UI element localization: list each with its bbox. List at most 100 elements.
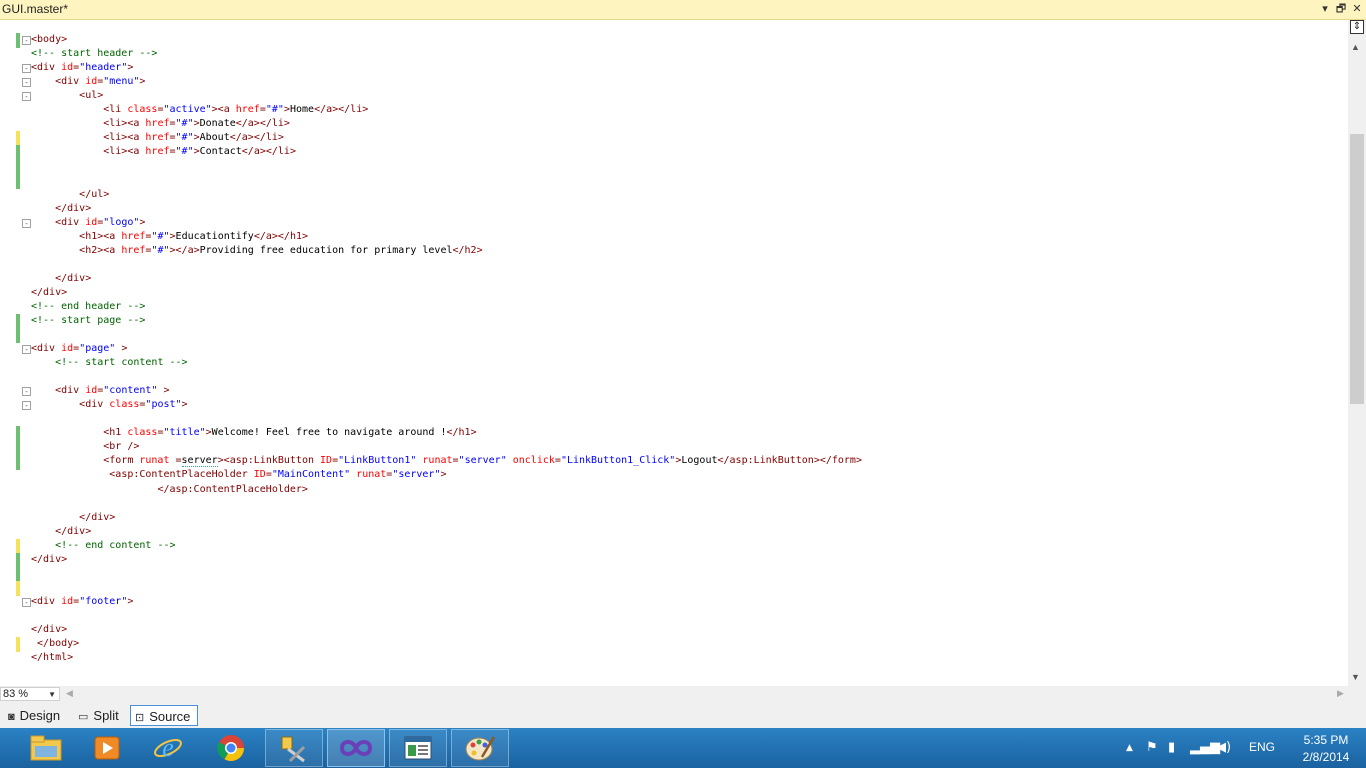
code-token: runat bbox=[356, 469, 387, 481]
code-token: href bbox=[121, 230, 146, 242]
change-marker bbox=[16, 454, 20, 470]
collapse-icon[interactable]: - bbox=[22, 78, 31, 88]
code-token: href bbox=[235, 104, 260, 116]
collapse-icon[interactable]: - bbox=[22, 387, 31, 397]
action-center-icon[interactable]: ⚑ bbox=[1146, 740, 1158, 755]
code-line-text: <h2><a href="#"></a>Providing free educa… bbox=[31, 244, 483, 258]
code-token: "#" bbox=[151, 230, 170, 242]
code-token: id bbox=[85, 76, 98, 88]
code-token: ID bbox=[253, 469, 266, 481]
taskbar-visual-studio[interactable] bbox=[327, 729, 385, 767]
code-token: <!-- start content --> bbox=[55, 357, 188, 369]
code-token: "logo" bbox=[103, 216, 140, 228]
source-editor[interactable]: - <body> <!-- start header --> - <div id="he… bbox=[0, 20, 1348, 686]
splitter-icon[interactable]: ⇕ bbox=[1350, 20, 1364, 34]
tab-source[interactable]: ⊡ Source bbox=[130, 705, 198, 726]
clock-date[interactable]: 2/8/2014 bbox=[1294, 750, 1358, 764]
code-token: Educationtify bbox=[175, 230, 254, 242]
code-line-text: <!-- end content --> bbox=[31, 539, 175, 553]
scroll-up-icon[interactable]: ▲ bbox=[1351, 42, 1360, 52]
scroll-right-icon[interactable]: ▶ bbox=[1337, 688, 1344, 699]
code-token: </a></h1> bbox=[253, 230, 309, 242]
language-indicator[interactable]: ENG bbox=[1249, 740, 1275, 754]
code-token: </div> bbox=[55, 525, 92, 537]
code-token: </div> bbox=[55, 202, 92, 214]
code-token: <div bbox=[79, 399, 110, 411]
code-token: "active" bbox=[163, 104, 212, 116]
change-marker bbox=[16, 566, 20, 582]
code-token: = bbox=[169, 455, 182, 467]
code-token: <div bbox=[31, 595, 62, 607]
vertical-scrollbar[interactable]: ⇕ ▲ ▼ bbox=[1348, 20, 1366, 686]
collapse-icon[interactable]: - bbox=[22, 597, 31, 607]
tab-dropdown-icon[interactable]: ▾ bbox=[1318, 2, 1332, 16]
code-token: > bbox=[115, 343, 128, 355]
scroll-down-icon[interactable]: ▼ bbox=[1351, 672, 1360, 682]
scroll-thumb[interactable] bbox=[1350, 134, 1364, 404]
restore-icon[interactable]: 🗗 bbox=[1334, 2, 1348, 16]
taskbar-media-player[interactable] bbox=[78, 729, 136, 767]
tools-icon bbox=[281, 736, 306, 763]
change-marker bbox=[16, 33, 20, 48]
tab-split[interactable]: ▭ Split bbox=[74, 705, 126, 726]
code-token: </h2> bbox=[452, 244, 483, 256]
collapse-icon[interactable]: - bbox=[22, 92, 31, 102]
collapse-icon[interactable]: - bbox=[22, 345, 31, 355]
code-token: <asp:ContentPlaceHolder bbox=[109, 469, 254, 481]
code-line-text: </div> bbox=[31, 553, 67, 567]
taskbar-paint[interactable] bbox=[451, 729, 509, 767]
collapse-icon[interactable]: - bbox=[22, 36, 31, 45]
code-token: id bbox=[61, 62, 74, 74]
volume-icon[interactable]: ◀) bbox=[1216, 740, 1231, 755]
zoom-bar: 83 % ▼ ◀ ▶ bbox=[0, 686, 1366, 703]
tab-design[interactable]: ◙ Design bbox=[4, 705, 64, 726]
code-token: Home bbox=[289, 104, 315, 116]
code-line-text: </div> bbox=[31, 202, 91, 216]
taskbar-internet-explorer[interactable]: e bbox=[139, 729, 197, 767]
clock-time[interactable]: 5:35 PM bbox=[1294, 733, 1358, 747]
code-line-text: <h1><a href="#">Educationtify</a></h1> bbox=[31, 230, 308, 244]
code-token: "post" bbox=[145, 399, 182, 411]
code-token: <h2><a bbox=[79, 244, 122, 256]
code-token: Logout bbox=[681, 455, 718, 467]
svg-text:e: e bbox=[162, 733, 174, 762]
code-token: <h1 bbox=[103, 427, 128, 439]
taskbar-chrome[interactable] bbox=[202, 729, 260, 767]
code-line-text: <div id="header"> bbox=[31, 61, 133, 75]
tab-source-label: Source bbox=[149, 709, 191, 724]
show-hidden-icons-icon[interactable]: ▲ bbox=[1126, 743, 1133, 753]
code-line-text: <div id="content" > bbox=[31, 384, 169, 398]
document-tab-title[interactable]: GUI.master* bbox=[2, 2, 68, 16]
code-token: ><a bbox=[211, 104, 236, 116]
code-line-text: <li><a href="#">Contact</a></li> bbox=[31, 145, 296, 159]
collapse-icon[interactable]: - bbox=[22, 218, 31, 228]
close-icon[interactable]: ✕ bbox=[1350, 2, 1364, 16]
code-token: <div bbox=[55, 76, 86, 88]
view-tabs-bar: ◙ Design ▭ Split ⊡ Source bbox=[0, 703, 1366, 728]
scroll-left-icon[interactable]: ◀ bbox=[66, 688, 73, 699]
taskbar-file-explorer[interactable] bbox=[17, 729, 75, 767]
code-token: <li><a bbox=[103, 132, 146, 144]
code-token: "header" bbox=[79, 62, 128, 74]
code-token: > bbox=[127, 62, 134, 74]
code-token: "menu" bbox=[103, 76, 140, 88]
code-token: <div bbox=[31, 343, 62, 355]
collapse-icon[interactable]: - bbox=[22, 401, 31, 411]
code-token: <div bbox=[55, 385, 86, 397]
code-line-text: </div> bbox=[31, 286, 67, 300]
system-tray: ▲ ⚑ ▮ ▂▄▆ ◀) ENG 5:35 PM 2/8/2014 bbox=[1116, 728, 1366, 768]
collapse-icon[interactable]: - bbox=[22, 64, 31, 74]
code-line-text: <!-- end header --> bbox=[31, 300, 145, 314]
code-token: </div> bbox=[31, 553, 68, 565]
code-token: <body> bbox=[31, 34, 68, 45]
taskbar-sql-tool[interactable] bbox=[265, 729, 323, 767]
zoom-dropdown[interactable]: 83 % ▼ bbox=[0, 687, 60, 701]
taskbar-window-app[interactable] bbox=[389, 729, 447, 767]
battery-icon[interactable]: ▮ bbox=[1168, 740, 1175, 755]
code-token: </h1> bbox=[446, 427, 477, 439]
